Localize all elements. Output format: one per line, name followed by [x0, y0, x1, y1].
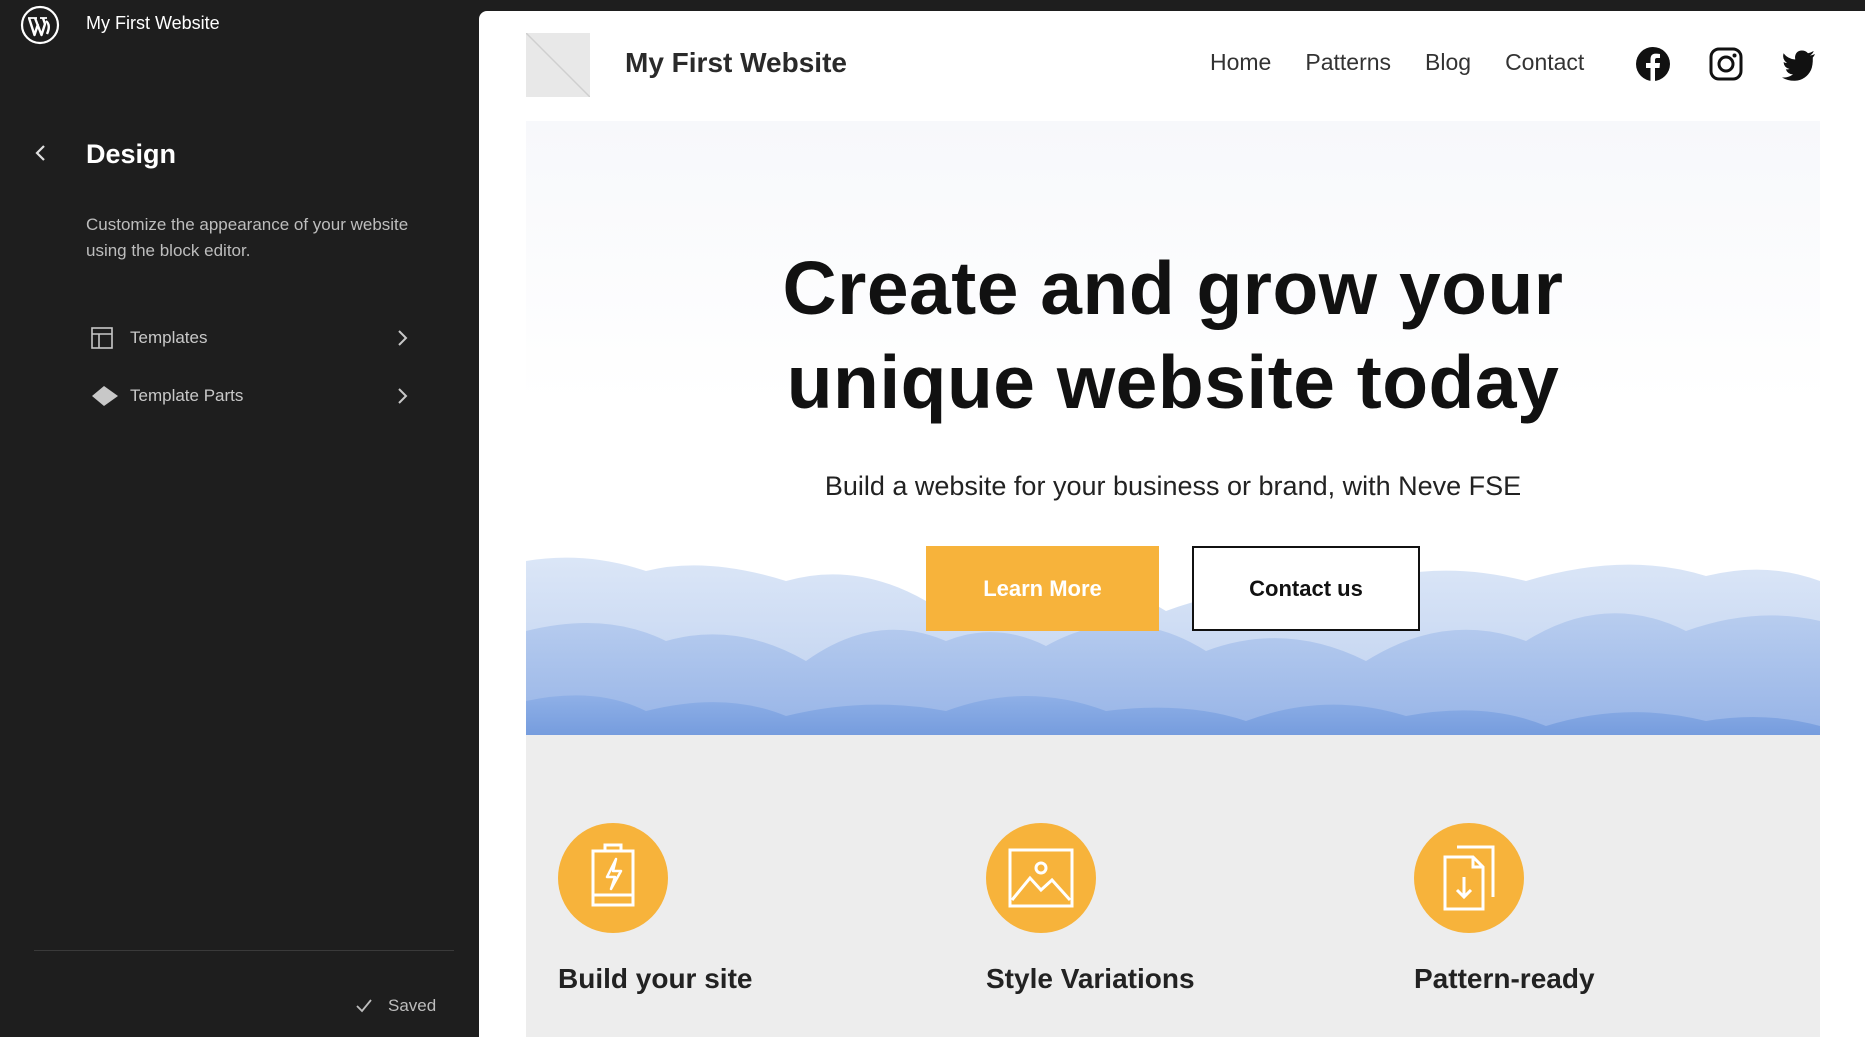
- menu-contact[interactable]: Contact: [1505, 49, 1584, 76]
- feature-label: Build your site: [558, 963, 753, 994]
- learn-more-button[interactable]: Learn More: [926, 546, 1159, 631]
- menu-home[interactable]: Home: [1210, 49, 1271, 76]
- battery-bolt-icon: [591, 843, 635, 907]
- check-icon: [356, 999, 372, 1013]
- mountain-background-image: [526, 557, 1820, 746]
- hero-section: Create and grow your unique website toda…: [526, 121, 1820, 746]
- menu-patterns[interactable]: Patterns: [1305, 49, 1391, 76]
- hero-heading-line-2: unique website today: [786, 340, 1560, 424]
- feature-label: Style Variations: [986, 963, 1195, 994]
- sidebar-divider: [34, 950, 454, 951]
- hero-heading-line-1: Create and grow your: [782, 246, 1564, 330]
- site-name[interactable]: My First Website: [86, 13, 220, 34]
- features-section: Build your site Style Variations Pattern…: [526, 735, 1820, 1037]
- feature-item-style: Style Variations: [986, 823, 1195, 995]
- instagram-icon[interactable]: [1708, 46, 1744, 82]
- file-download-icon: [1443, 845, 1495, 911]
- back-arrow-icon[interactable]: [28, 140, 54, 166]
- feature-item-build: Build your site: [558, 823, 752, 995]
- nav-item-template-parts[interactable]: Template Parts: [84, 374, 424, 418]
- feature-icon-circle: [1414, 823, 1524, 933]
- chevron-right-icon: [398, 330, 408, 346]
- chevron-right-icon: [398, 388, 408, 404]
- nav-item-label: Templates: [130, 328, 208, 347]
- site-title[interactable]: My First Website: [625, 47, 847, 79]
- image-icon: [1008, 848, 1074, 908]
- feature-icon-circle: [558, 823, 668, 933]
- contact-us-button[interactable]: Contact us: [1192, 546, 1420, 631]
- site-preview[interactable]: My First Website Home Patterns Blog Cont…: [479, 11, 1865, 1037]
- site-header: My First Website Home Patterns Blog Cont…: [479, 11, 1865, 121]
- feature-item-pattern: Pattern-ready: [1414, 823, 1595, 995]
- editor-sidebar: My First Website Design Customize the ap…: [0, 0, 478, 1037]
- hero-heading: Create and grow your unique website toda…: [526, 241, 1820, 429]
- section-description: Customize the appearance of your website…: [86, 215, 409, 260]
- site-logo-placeholder[interactable]: [526, 33, 590, 97]
- facebook-icon[interactable]: [1635, 46, 1671, 82]
- feature-label: Pattern-ready: [1414, 963, 1595, 994]
- save-status-label: Saved: [388, 996, 437, 1015]
- layout-icon: [90, 324, 126, 352]
- menu-blog[interactable]: Blog: [1425, 49, 1471, 76]
- nav-item-label: Template Parts: [130, 386, 244, 405]
- wordpress-logo-icon[interactable]: [20, 5, 60, 45]
- diamond-icon: [90, 382, 126, 410]
- site-navigation: Home Patterns Blog Contact: [1210, 49, 1584, 76]
- section-title: Design: [86, 139, 177, 169]
- twitter-icon[interactable]: [1781, 46, 1817, 82]
- feature-icon-circle: [986, 823, 1096, 933]
- nav-item-templates[interactable]: Templates: [84, 316, 424, 360]
- hero-subtitle: Build a website for your business or bra…: [824, 471, 1522, 501]
- save-status: Saved: [354, 996, 436, 1016]
